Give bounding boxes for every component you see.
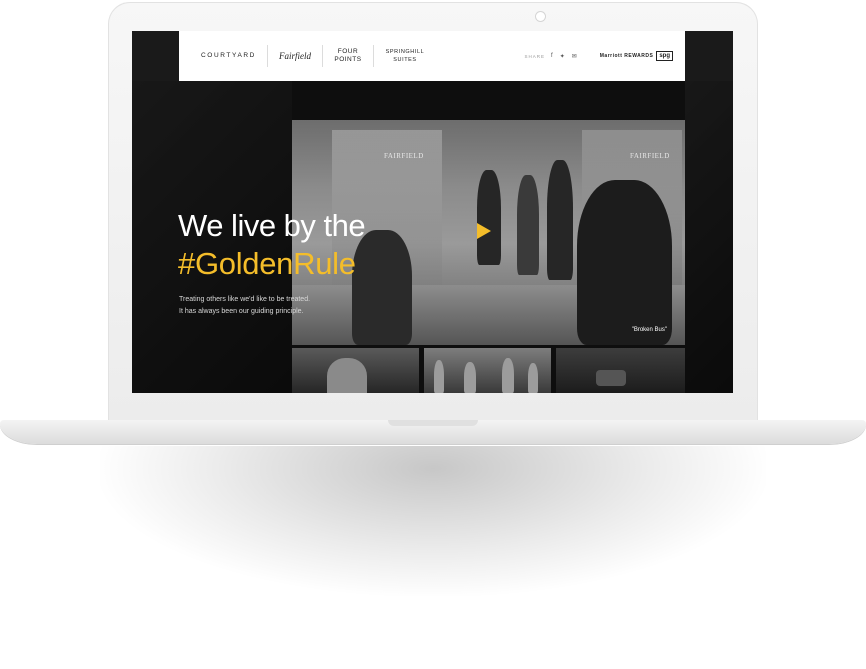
hero-body-line: It has always been our guiding principle…	[179, 308, 304, 315]
video-thumbnail[interactable]	[424, 348, 551, 393]
brand-fourpoints-link[interactable]: FOUR POINTS	[323, 45, 374, 67]
video-sign: FAIRFIELD	[630, 152, 670, 160]
share-label: SHARE	[524, 53, 546, 59]
share-group: SHARE f ✦ ✉	[525, 53, 578, 60]
video-thumbnail[interactable]	[556, 348, 685, 393]
email-icon[interactable]: ✉	[572, 53, 578, 60]
thumbnail-figure	[464, 362, 476, 393]
video-person	[477, 170, 501, 265]
play-icon[interactable]	[477, 223, 491, 239]
facebook-icon[interactable]: f	[551, 53, 554, 59]
brand-courtyard-link[interactable]: COURTYARD	[179, 45, 268, 67]
thumbnail-figure	[434, 360, 444, 393]
laptop-notch	[388, 420, 478, 426]
brand-springhill-link[interactable]: SPRINGHILL SUITES	[374, 45, 436, 67]
thumbnail-figure	[327, 358, 367, 393]
video-person	[352, 230, 412, 345]
hero-body-line: Treating others like we'd like to be tre…	[179, 296, 311, 303]
twitter-icon[interactable]: ✦	[560, 53, 566, 60]
video-caption: "Broken Bus"	[631, 327, 667, 333]
thumbnail-figure	[596, 370, 626, 386]
thumbnail-figure	[528, 363, 538, 393]
laptop-shadow	[100, 446, 766, 596]
marriott-rewards-logo: Marriott REWARDS	[599, 53, 654, 59]
video-thumbnail[interactable]	[292, 348, 419, 393]
video-person	[577, 180, 672, 345]
hero-body: Treating others like we'd like to be tre…	[179, 294, 379, 318]
camera-icon	[536, 12, 545, 21]
video-sign: FAIRFIELD	[384, 152, 424, 160]
rewards-logos[interactable]: Marriott REWARDS spg	[600, 51, 673, 61]
video-person	[547, 160, 573, 280]
hero-title: We live by the	[178, 208, 366, 243]
website-screen: COURTYARD Fairfield FOUR POINTS SPRINGHI…	[132, 31, 733, 393]
site-header: COURTYARD Fairfield FOUR POINTS SPRINGHI…	[179, 31, 685, 81]
video-person	[517, 175, 539, 275]
spg-logo: spg	[656, 51, 673, 61]
thumbnail-figure	[502, 358, 514, 393]
hero-hashtag: #GoldenRule	[178, 246, 356, 281]
brand-fairfield-link[interactable]: Fairfield	[268, 45, 323, 67]
